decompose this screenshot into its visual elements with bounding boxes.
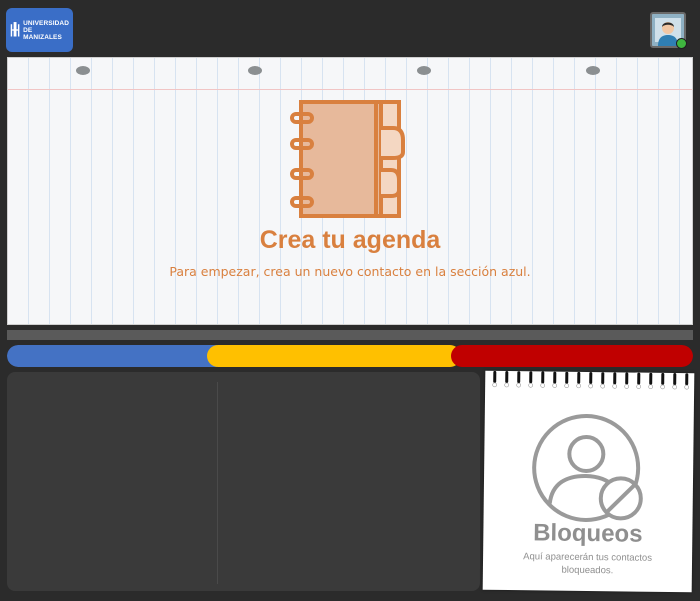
notebook-icon[interactable] bbox=[289, 98, 411, 220]
logo-line-1: UNIVERSIDAD DE bbox=[23, 19, 69, 34]
agenda-subtitle: Para empezar, crea un nuevo contacto en … bbox=[169, 264, 531, 279]
spiral-binding bbox=[492, 370, 689, 390]
logo-line-2: MANIZALES bbox=[23, 33, 62, 41]
tab-red-section[interactable] bbox=[451, 345, 693, 367]
blocked-title: Bloqueos bbox=[533, 519, 643, 548]
notebook-hole bbox=[586, 66, 600, 75]
tab-yellow-section[interactable] bbox=[207, 345, 461, 367]
blocked-user-icon bbox=[532, 413, 643, 522]
blocked-contacts-card: Bloqueos Aquí aparecerán tus contactos b… bbox=[482, 370, 695, 593]
notebook-hole bbox=[417, 66, 431, 75]
university-logo[interactable]: UNIVERSIDAD DE MANIZALES bbox=[6, 8, 73, 52]
university-logo-icon bbox=[10, 22, 20, 37]
top-bar: UNIVERSIDAD DE MANIZALES bbox=[0, 0, 700, 56]
contacts-column-divider bbox=[217, 382, 218, 584]
notebook-hole bbox=[248, 66, 262, 75]
notebook-hole bbox=[76, 66, 90, 75]
university-logo-text: UNIVERSIDAD DE MANIZALES bbox=[23, 20, 69, 41]
section-divider bbox=[7, 330, 693, 340]
section-tabs bbox=[7, 345, 693, 367]
tab-blue-section[interactable] bbox=[7, 345, 217, 367]
online-status-indicator bbox=[676, 38, 687, 49]
contacts-panel bbox=[7, 372, 480, 591]
agenda-title: Crea tu agenda bbox=[259, 226, 441, 254]
blocked-description: Aquí aparecerán tus contactos bloqueados… bbox=[523, 551, 653, 577]
